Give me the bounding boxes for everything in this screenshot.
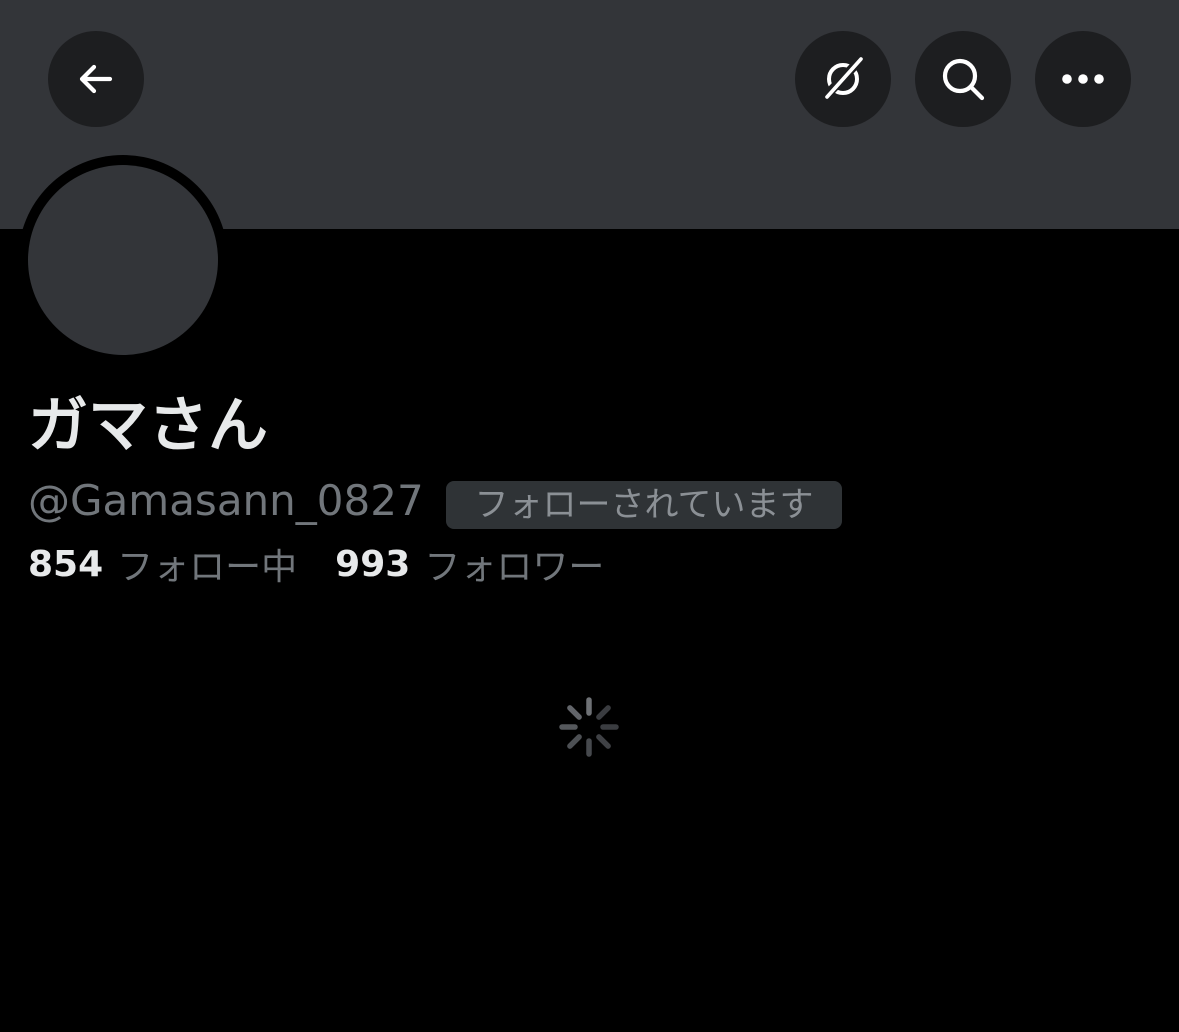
followers-count: 993	[335, 543, 411, 585]
follow-stats: 854 フォロー中 993 フォロワー	[28, 538, 604, 590]
grok-icon	[821, 57, 863, 101]
following-label: フォロー中	[117, 547, 298, 588]
following-link[interactable]: 854 フォロー中	[28, 538, 297, 590]
back-button[interactable]	[48, 31, 144, 127]
followers-label: フォロワー	[424, 547, 605, 588]
followers-link[interactable]: 993 フォロワー	[335, 538, 604, 590]
arrow-left-icon	[79, 64, 113, 94]
display-name: ガマさん	[28, 391, 268, 461]
avatar-frame	[18, 155, 228, 365]
more-horizontal-icon	[1062, 74, 1104, 84]
following-count: 854	[28, 543, 104, 585]
follows-you-badge: フォローされています	[446, 481, 842, 529]
avatar[interactable]	[28, 165, 218, 355]
grok-button[interactable]	[795, 31, 891, 127]
search-icon	[942, 58, 985, 101]
loading-spinner-icon	[559, 697, 619, 757]
handle: @Gamasann_0827	[28, 476, 424, 525]
search-button[interactable]	[915, 31, 1011, 127]
more-options-button[interactable]	[1035, 31, 1131, 127]
